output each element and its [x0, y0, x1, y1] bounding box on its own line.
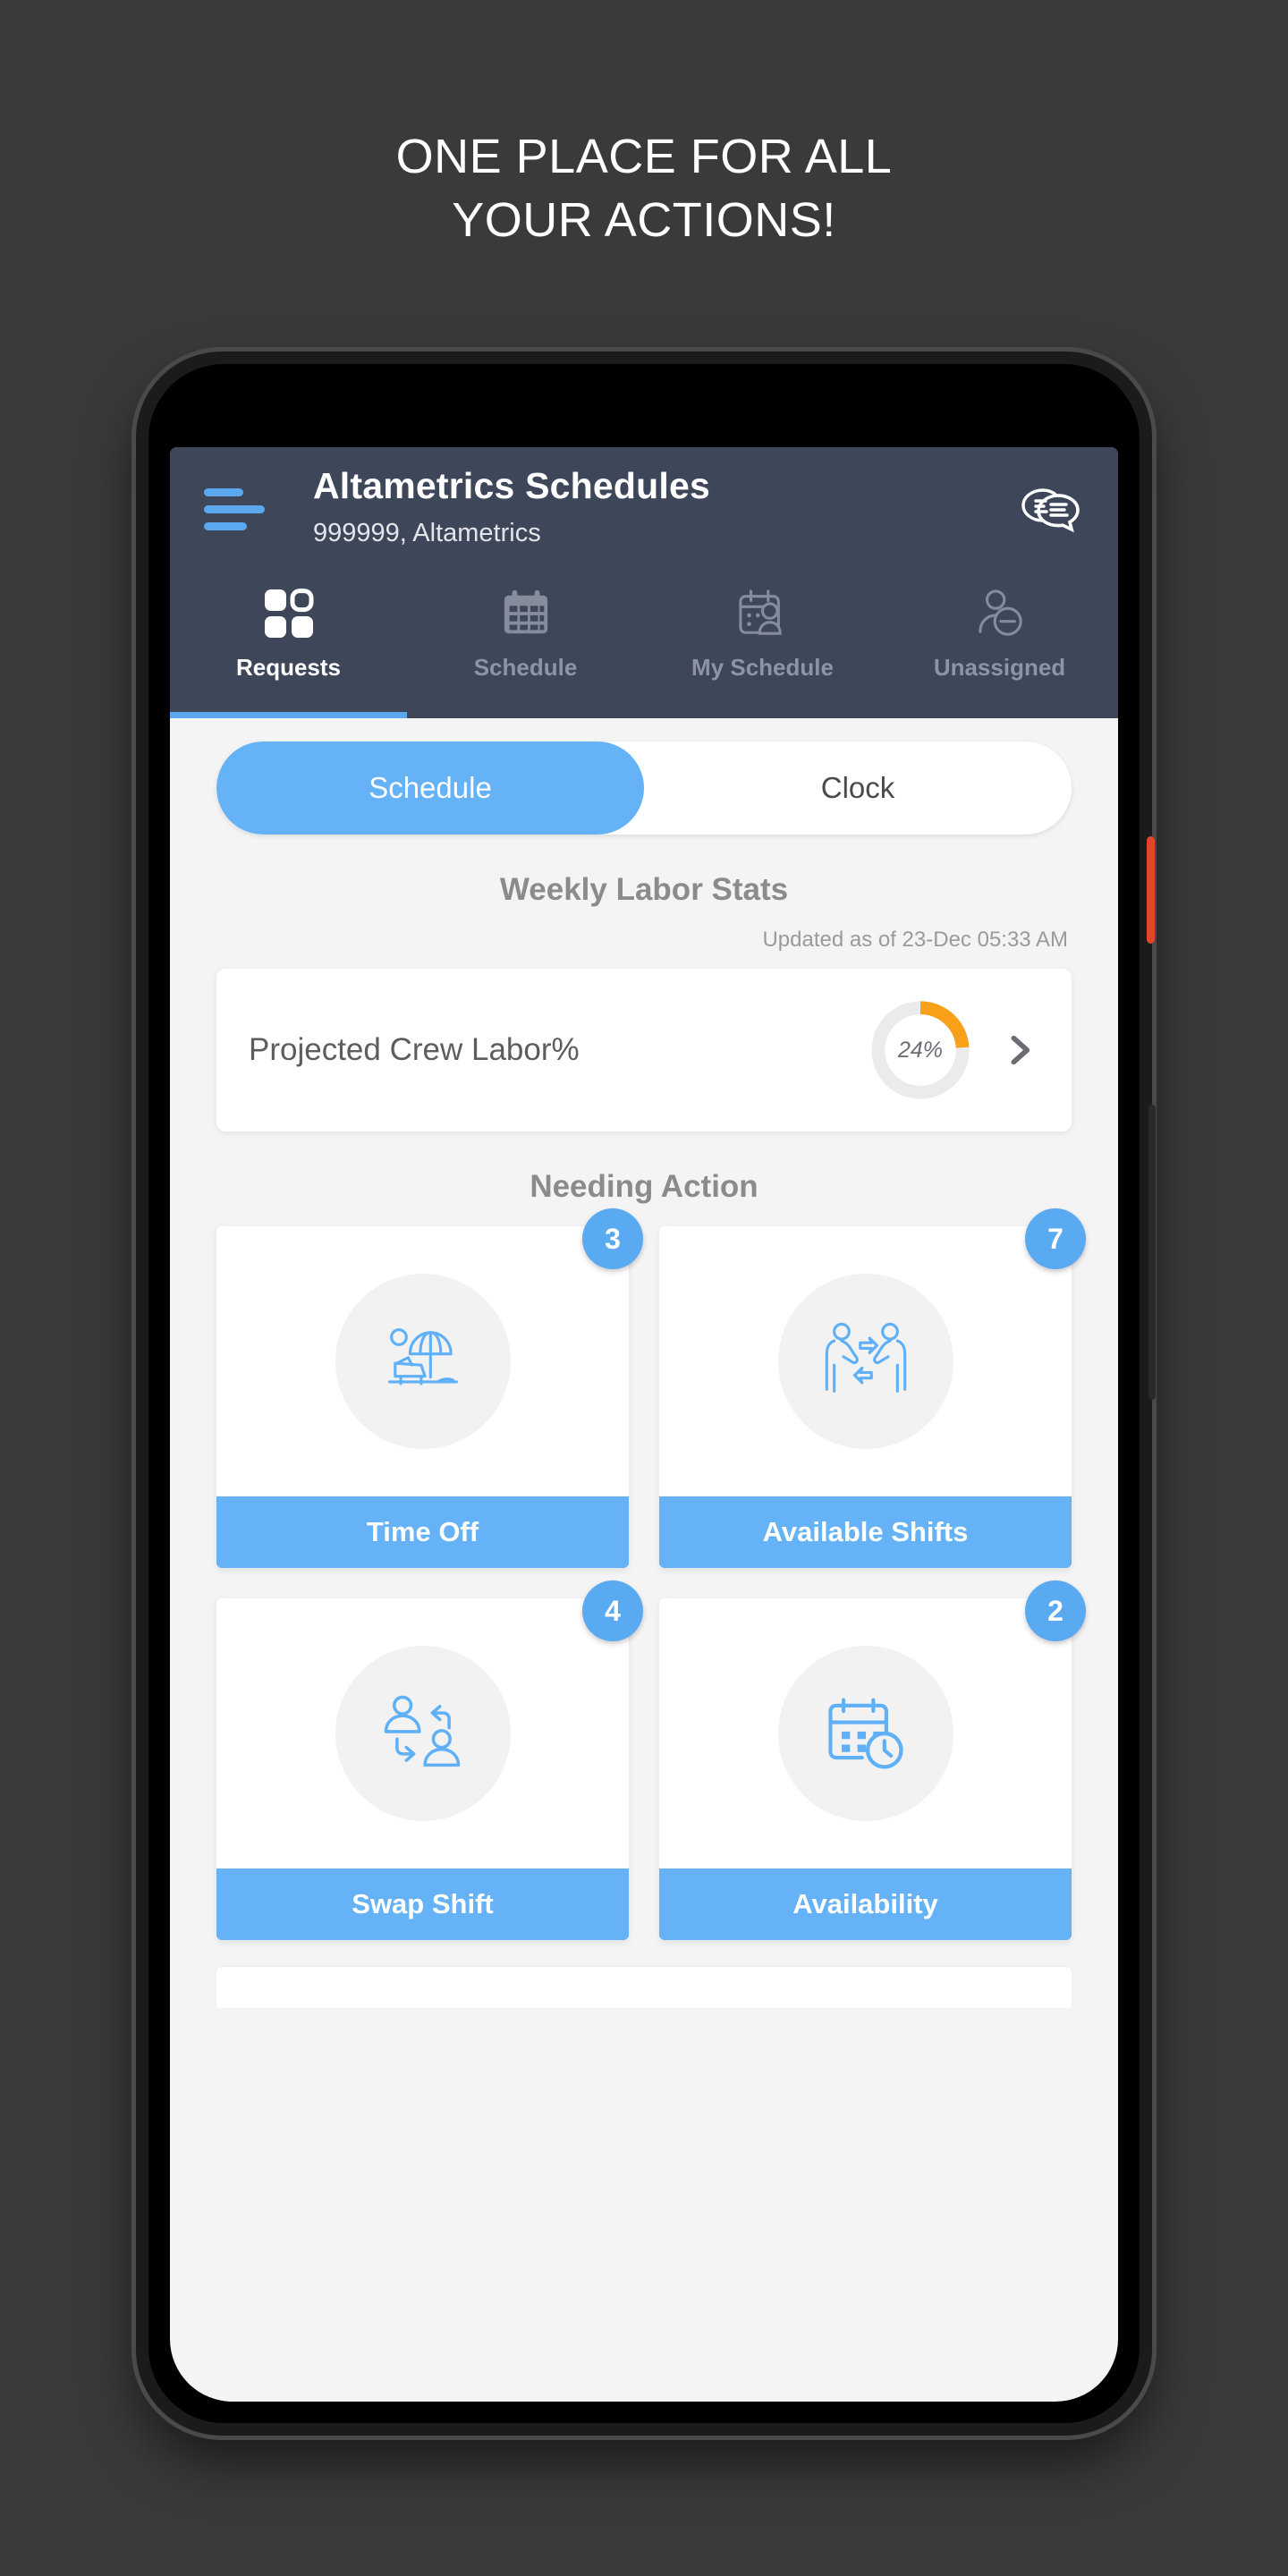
action-card-available-shifts[interactable]: 7 Available Shifts	[659, 1208, 1086, 1568]
action-card-body	[216, 1598, 629, 1868]
two-people-exchange-icon	[825, 1322, 906, 1393]
tab-requests[interactable]: Requests	[170, 575, 407, 718]
tab-unassigned[interactable]: Unassigned	[881, 575, 1118, 718]
page-root: ONE PLACE FOR ALL YOUR ACTIONS! Altametr…	[0, 0, 1288, 2576]
icon-circle	[777, 1646, 953, 1821]
segment-schedule[interactable]: Schedule	[216, 741, 644, 835]
app-header: Altametrics Schedules 999999, Altametric…	[170, 447, 1118, 575]
action-card-body	[659, 1598, 1072, 1868]
calendar-icon	[501, 586, 551, 641]
tab-label: Requests	[235, 654, 342, 681]
last-updated-text: Updated as of 23-Dec 05:33 AM	[762, 928, 1068, 952]
weekly-labor-stats-heading: Weekly Labor Stats	[499, 872, 789, 907]
chat-bubbles-icon[interactable]	[1016, 481, 1084, 542]
icon-circle	[335, 1646, 511, 1821]
status-badge: 7	[1025, 1208, 1086, 1269]
phone-volume-button[interactable]	[1147, 836, 1155, 944]
calendar-person-icon	[737, 586, 789, 641]
phone-power-button[interactable]	[1148, 1105, 1156, 1400]
labor-donut-gauge: 24%	[868, 997, 973, 1103]
needing-action-grid: 3 Time Off 7 Available Shifts 4 Swap Shi…	[216, 1208, 1086, 1940]
projected-crew-labor-card[interactable]: Projected Crew Labor% 24%	[216, 969, 1072, 1131]
swap-people-arrows-icon	[384, 1695, 460, 1767]
beach-umbrella-chair-icon	[387, 1328, 458, 1385]
action-card-swap-shift[interactable]: 4 Swap Shift	[216, 1580, 643, 1940]
action-card-label: Availability	[659, 1868, 1072, 1940]
status-badge: 2	[1025, 1580, 1086, 1641]
action-card-availability[interactable]: 2 Availability	[659, 1580, 1086, 1940]
tab-my-schedule[interactable]: My Schedule	[644, 575, 881, 718]
calendar-clock-icon	[827, 1698, 903, 1769]
tab-label: My Schedule	[691, 654, 834, 681]
segment-clock[interactable]: Clock	[644, 741, 1072, 835]
app-screen: Altametrics Schedules 999999, Altametric…	[170, 447, 1118, 2402]
action-card-label: Time Off	[216, 1496, 629, 1568]
tab-schedule[interactable]: Schedule	[407, 575, 644, 718]
status-badge: 4	[582, 1580, 643, 1641]
status-badge: 3	[582, 1208, 643, 1269]
icon-circle	[335, 1274, 511, 1449]
labor-gauge-value: 24%	[897, 1037, 944, 1063]
schedule-clock-segmented-control: Schedule Clock	[216, 741, 1072, 835]
tab-label: Unassigned	[933, 654, 1066, 681]
primary-tab-bar: Requests Schedule My Schedule Unassigned	[170, 575, 1118, 718]
promo-line-2: YOUR ACTIONS!	[452, 193, 836, 248]
promo-line-1: ONE PLACE FOR ALL	[395, 130, 893, 183]
tab-label: Schedule	[473, 654, 578, 681]
store-subtitle: 999999, Altametrics	[313, 519, 541, 547]
promo-headline: ONE PLACE FOR ALL YOUR ACTIONS!	[0, 125, 1288, 253]
chevron-right-icon[interactable]	[1000, 1032, 1039, 1068]
action-card-body	[659, 1226, 1072, 1496]
person-minus-icon	[975, 586, 1025, 641]
grid-squares-icon	[263, 586, 315, 641]
hamburger-menu-icon[interactable]	[204, 488, 268, 531]
page-title: Altametrics Schedules	[313, 465, 710, 506]
projected-crew-labor-label: Projected Crew Labor%	[249, 1032, 580, 1067]
action-card-label: Swap Shift	[216, 1868, 629, 1940]
needing-action-heading: Needing Action	[530, 1169, 758, 1204]
next-section-peek	[216, 1967, 1072, 2008]
icon-circle	[777, 1274, 953, 1449]
action-card-label: Available Shifts	[659, 1496, 1072, 1568]
action-card-body	[216, 1226, 629, 1496]
action-card-time-off[interactable]: 3 Time Off	[216, 1208, 643, 1568]
